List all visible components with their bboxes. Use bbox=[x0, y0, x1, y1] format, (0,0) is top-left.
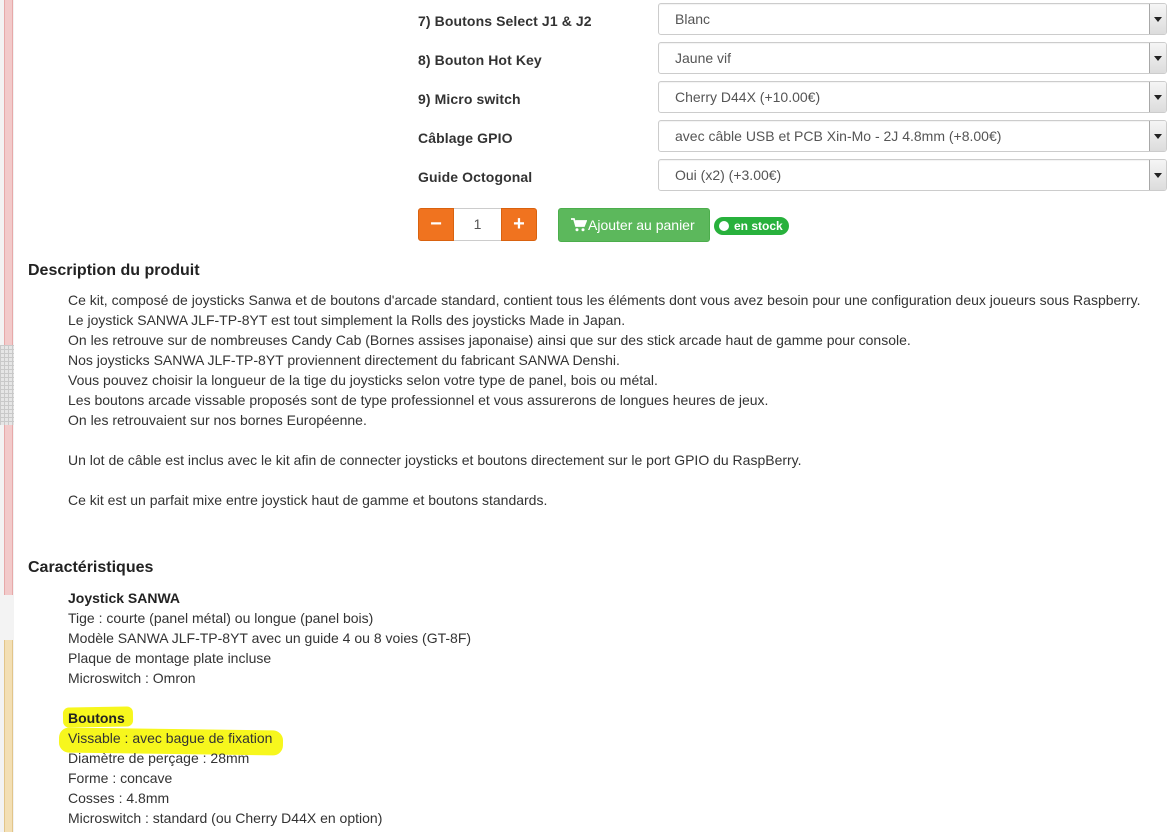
description-title: Description du produit bbox=[28, 262, 200, 279]
spec-line: Tige : courte (panel métal) ou longue (p… bbox=[68, 610, 374, 626]
image-fragment bbox=[0, 345, 14, 425]
description-line: Ce kit, composé de joysticks Sanwa et de… bbox=[68, 292, 1141, 308]
spec-line: Plaque de montage plate incluse bbox=[68, 650, 272, 666]
chevron-down-icon[interactable] bbox=[1149, 160, 1166, 190]
description-line: On les retrouve sur de nombreuses Candy … bbox=[68, 332, 911, 348]
characteristics-title: Caractéristiques bbox=[28, 559, 154, 576]
spec-line: Modèle SANWA JLF-TP-8YT avec un guide 4 … bbox=[68, 630, 472, 646]
buttons-heading: Boutons bbox=[68, 710, 125, 726]
spec-line: Diamètre de perçage : 28mm bbox=[68, 750, 250, 766]
add-to-cart-label: Ajouter au panier bbox=[588, 217, 695, 233]
image-fragment bbox=[4, 640, 13, 832]
description-line: Vous pouvez choisir la longueur de la ti… bbox=[68, 372, 658, 388]
joystick-heading: Joystick SANWA bbox=[68, 590, 181, 606]
option-select-gpio[interactable]: avec câble USB et PCB Xin-Mo - 2J 4.8mm … bbox=[658, 120, 1167, 152]
option-row-guide: Guide Octogonal Oui (x2) (+3.00€) bbox=[418, 159, 1168, 193]
image-fragment bbox=[4, 0, 13, 345]
option-select-microswitch[interactable]: Cherry D44X (+10.00€) bbox=[658, 81, 1167, 113]
chevron-down-icon[interactable] bbox=[1149, 43, 1166, 73]
product-image-edge bbox=[0, 0, 14, 832]
option-label: 7) Boutons Select J1 & J2 bbox=[418, 13, 592, 29]
description-line: Un lot de câble est inclus avec le kit a… bbox=[68, 452, 802, 468]
spec-line: Forme : concave bbox=[68, 770, 173, 786]
option-select-buttons[interactable]: Blanc bbox=[658, 3, 1167, 35]
spec-line: Microswitch : Omron bbox=[68, 670, 196, 686]
stock-label: en stock bbox=[734, 219, 783, 233]
option-label: Câblage GPIO bbox=[418, 130, 513, 146]
spec-line: Cosses : 4.8mm bbox=[68, 790, 170, 806]
option-label: 8) Bouton Hot Key bbox=[418, 52, 542, 68]
quantity-input[interactable]: 1 bbox=[454, 208, 501, 241]
option-row-hotkey: 8) Bouton Hot Key Jaune vif bbox=[418, 42, 1168, 76]
quantity-decrease-button[interactable]: − bbox=[418, 208, 454, 241]
option-row-select-buttons: 7) Boutons Select J1 & J2 Blanc bbox=[418, 3, 1168, 37]
chevron-down-icon[interactable] bbox=[1149, 4, 1166, 34]
spec-line: Microswitch : standard (ou Cherry D44X e… bbox=[68, 810, 383, 826]
option-value: Blanc bbox=[675, 11, 711, 27]
option-select-hotkey[interactable]: Jaune vif bbox=[658, 42, 1167, 74]
spec-line: Vissable : avec bague de fixation bbox=[68, 730, 273, 746]
option-value: Jaune vif bbox=[675, 50, 732, 66]
option-row-microswitch: 9) Micro switch Cherry D44X (+10.00€) bbox=[418, 81, 1168, 115]
option-value: Oui (x2) (+3.00€) bbox=[675, 167, 782, 183]
description-line: On les retrouvaient sur nos bornes Europ… bbox=[68, 412, 367, 428]
description-line: Les boutons arcade vissable proposés son… bbox=[68, 392, 769, 408]
option-value: avec câble USB et PCB Xin-Mo - 2J 4.8mm … bbox=[675, 128, 1002, 144]
description-line: Ce kit est un parfait mixe entre joystic… bbox=[68, 492, 548, 508]
image-fragment bbox=[4, 425, 13, 595]
description-body: Ce kit, composé de joysticks Sanwa et de… bbox=[68, 290, 1163, 510]
quantity-increase-button[interactable]: + bbox=[501, 208, 537, 241]
add-to-cart-button[interactable]: Ajouter au panier bbox=[558, 208, 710, 242]
characteristics-body: Joystick SANWA Tige : courte (panel méta… bbox=[68, 588, 968, 828]
description-line: Nos joysticks SANWA JLF-TP-8YT provienne… bbox=[68, 352, 620, 368]
option-value: Cherry D44X (+10.00€) bbox=[675, 89, 821, 105]
description-line: Le joystick SANWA JLF-TP-8YT est tout si… bbox=[68, 312, 626, 328]
chevron-down-icon[interactable] bbox=[1149, 121, 1166, 151]
chevron-down-icon[interactable] bbox=[1149, 82, 1166, 112]
option-select-guide[interactable]: Oui (x2) (+3.00€) bbox=[658, 159, 1167, 191]
option-label: 9) Micro switch bbox=[418, 91, 521, 107]
shopping-cart-icon bbox=[571, 218, 587, 232]
option-row-gpio: Câblage GPIO avec câble USB et PCB Xin-M… bbox=[418, 120, 1168, 154]
option-label: Guide Octogonal bbox=[418, 169, 533, 185]
circle-icon bbox=[719, 221, 729, 231]
stock-badge: en stock bbox=[714, 217, 789, 235]
